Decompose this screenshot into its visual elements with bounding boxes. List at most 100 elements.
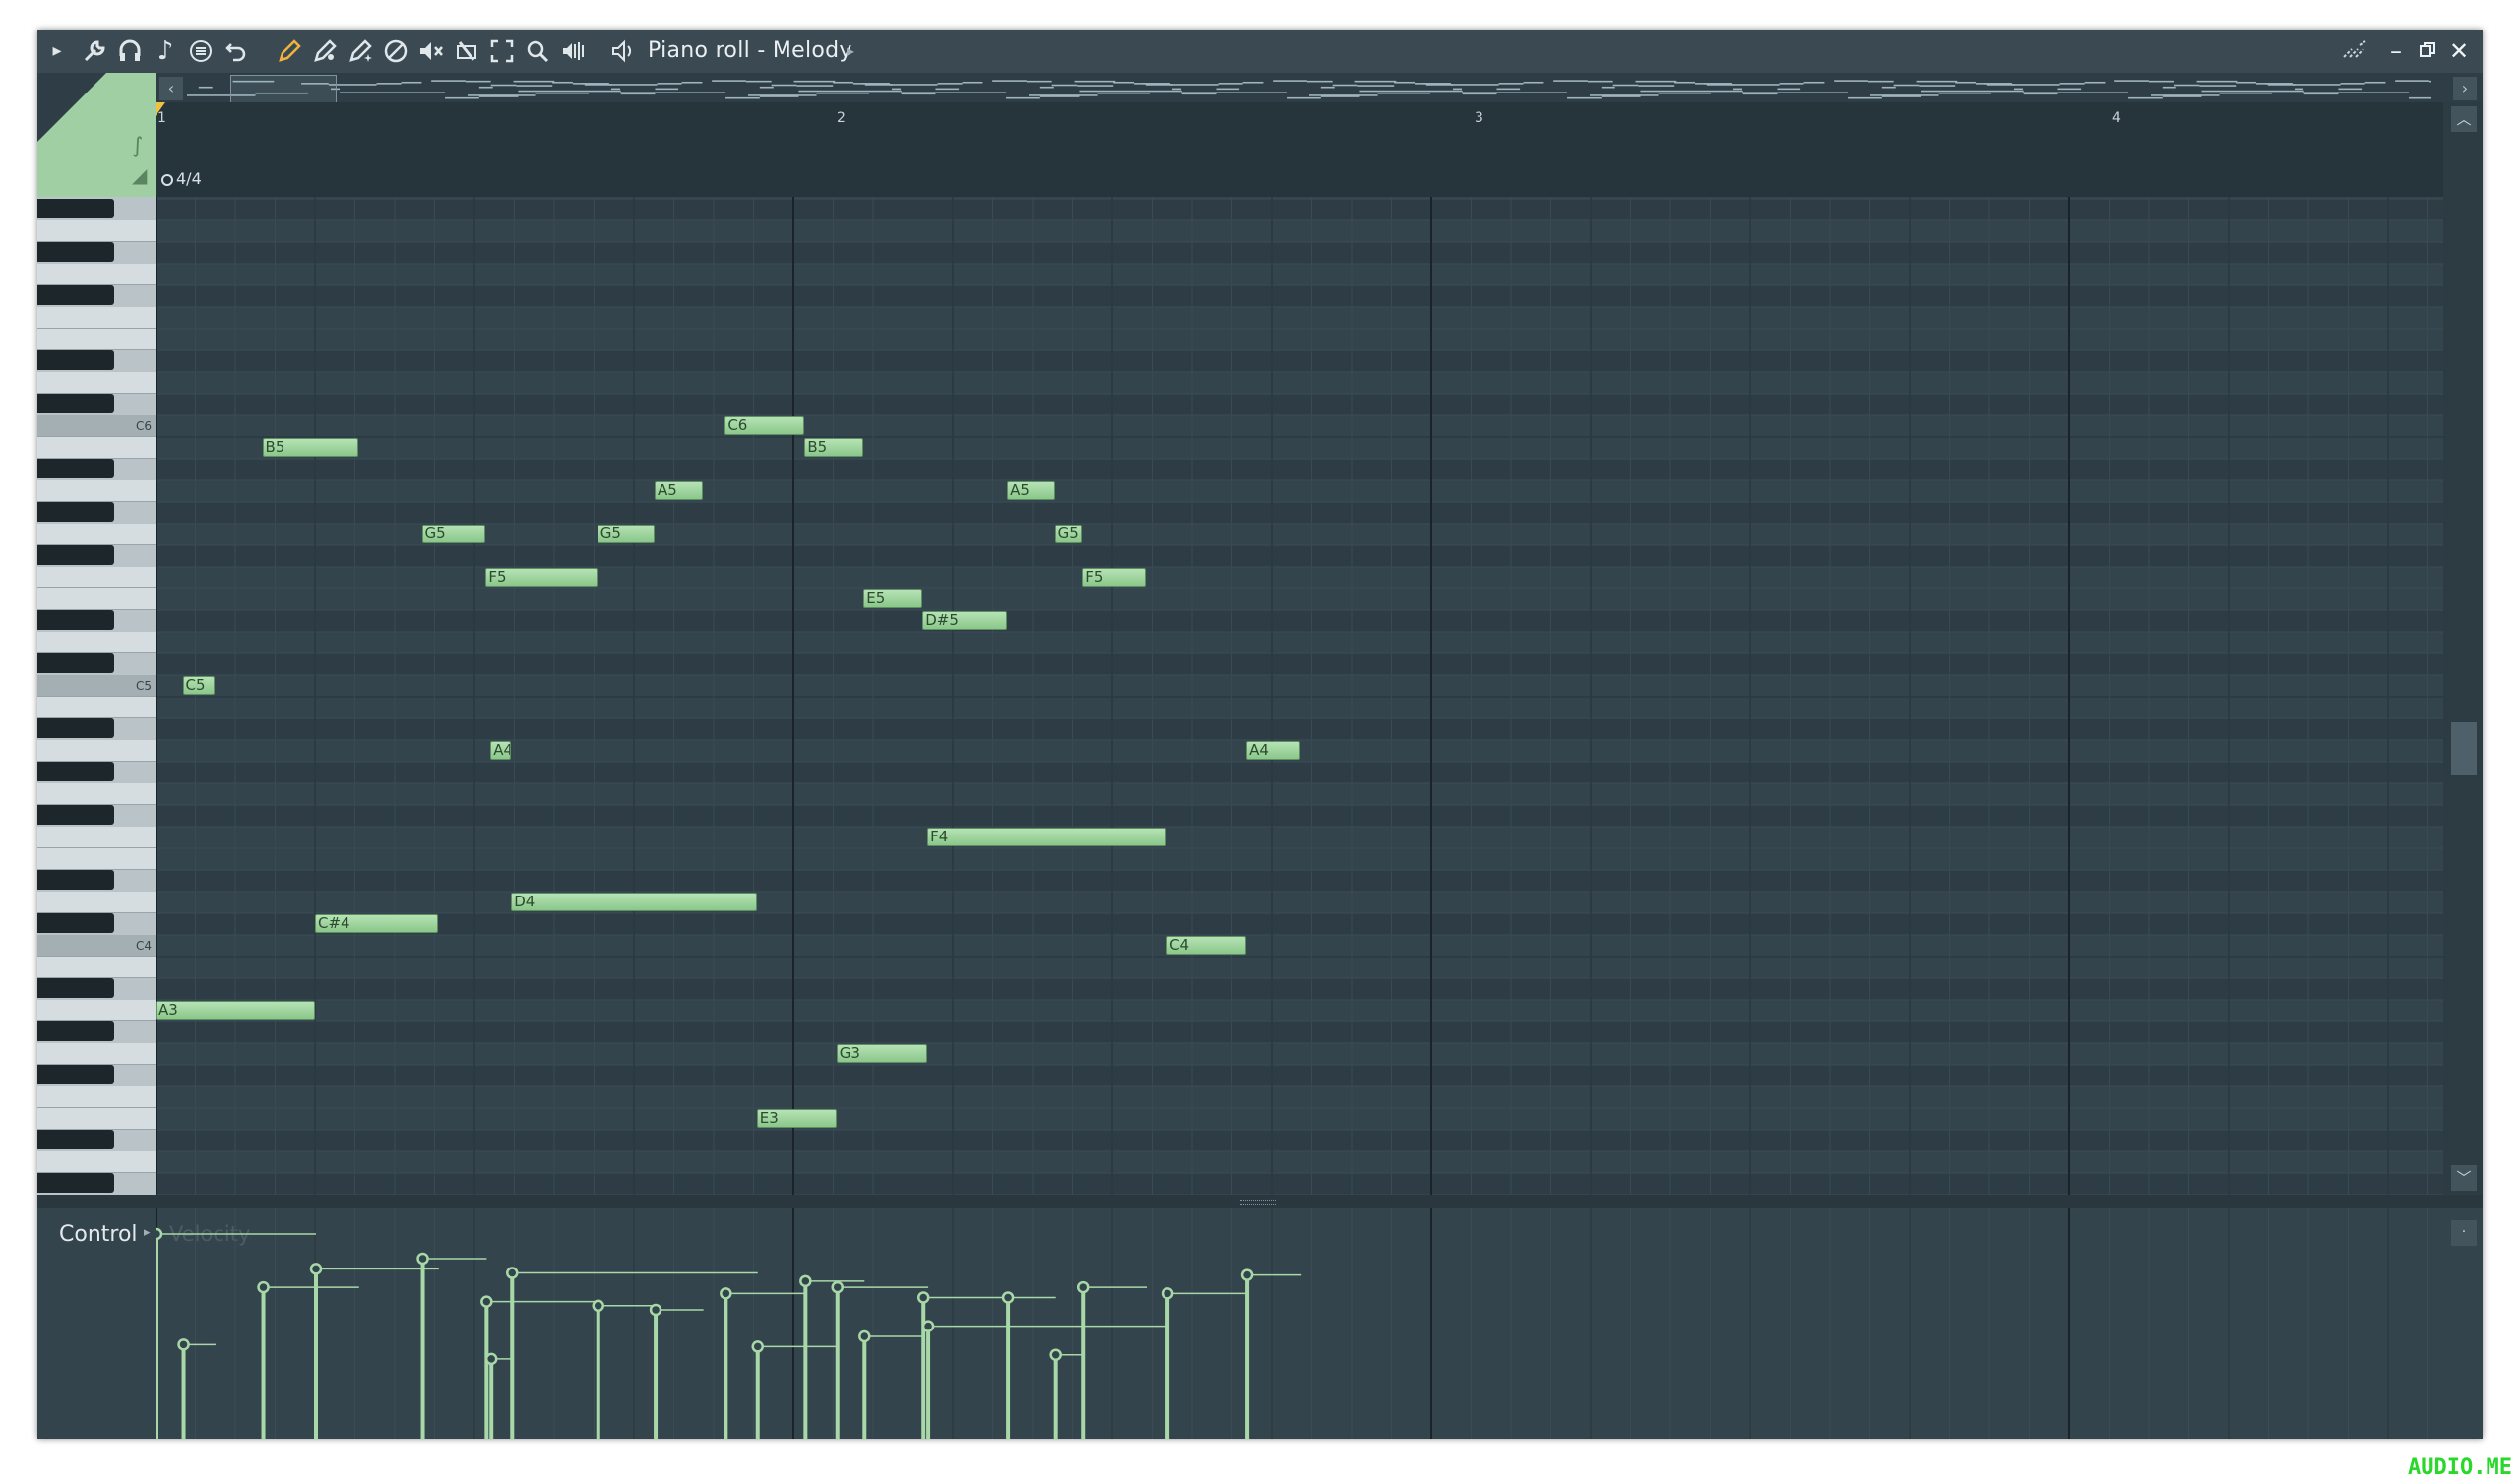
note-block[interactable]: G5 (597, 525, 656, 543)
panel-divider[interactable] (37, 1195, 2483, 1208)
play-arrow-icon[interactable]: ▸ (41, 35, 73, 67)
white-key[interactable] (37, 632, 156, 653)
white-key[interactable] (37, 567, 156, 588)
velocity-handle[interactable] (416, 1252, 429, 1266)
white-key[interactable] (37, 307, 156, 329)
note-grid[interactable]: A3 C5 B5 C#4 G5 F5 A4 D4 G5 A5 C6 E3 B5 G3 E5 D#5 F4 A5 G5… (156, 197, 2443, 1195)
note-block[interactable]: F5 (1082, 568, 1147, 587)
black-key[interactable] (37, 199, 114, 218)
note-block[interactable]: A3 (156, 1001, 315, 1020)
white-key[interactable] (37, 372, 156, 394)
note-block[interactable]: G5 (1054, 525, 1083, 543)
black-key[interactable] (37, 545, 114, 565)
white-key[interactable] (37, 329, 156, 350)
pencil-icon[interactable] (274, 35, 305, 67)
velocity-handle[interactable] (799, 1274, 812, 1288)
note-block[interactable]: D4 (511, 893, 757, 911)
note-block[interactable]: G3 (836, 1044, 928, 1063)
black-key[interactable] (37, 394, 114, 413)
velocity-handle[interactable] (649, 1303, 662, 1317)
white-key[interactable] (37, 892, 156, 913)
black-key[interactable] (37, 1065, 114, 1084)
white-key[interactable] (37, 588, 156, 610)
white-key[interactable] (37, 740, 156, 762)
note-block[interactable]: F5 (485, 568, 598, 587)
magic-brush-icon[interactable] (345, 35, 376, 67)
velocity-handle[interactable] (480, 1295, 493, 1308)
overview-viewport[interactable] (230, 75, 337, 104)
control-options-button[interactable]: · (2451, 1220, 2477, 1246)
white-key[interactable] (37, 1151, 156, 1173)
velocity-handle[interactable] (751, 1340, 764, 1353)
delete-icon[interactable] (380, 35, 411, 67)
black-key[interactable] (37, 285, 114, 305)
black-key[interactable] (37, 1130, 114, 1149)
velocity-handle[interactable] (831, 1280, 844, 1294)
note-block[interactable]: D#5 (922, 611, 1008, 630)
note-block[interactable]: C4 (1166, 936, 1247, 955)
black-key[interactable] (37, 350, 114, 370)
black-key[interactable] (37, 1173, 114, 1193)
black-key[interactable] (37, 502, 114, 522)
slice-icon[interactable] (451, 35, 482, 67)
scroll-right-button[interactable]: › (2453, 77, 2477, 100)
pattern-overview[interactable]: ‹ › (156, 73, 2483, 102)
black-key[interactable] (37, 805, 114, 825)
note-block[interactable]: A5 (1007, 481, 1055, 500)
close-button[interactable]: ✕ (2443, 35, 2475, 67)
note-block[interactable]: C#4 (315, 914, 438, 933)
black-key[interactable] (37, 718, 114, 738)
triangle-icon[interactable]: ◢ (132, 163, 147, 187)
velocity-lane[interactable] (156, 1208, 2443, 1439)
select-icon[interactable] (486, 35, 518, 67)
white-key[interactable] (37, 1108, 156, 1130)
white-key[interactable] (37, 783, 156, 805)
velocity-handle[interactable] (592, 1299, 604, 1313)
white-key[interactable] (37, 697, 156, 718)
note-block[interactable]: A4 (1246, 741, 1301, 760)
playback-icon[interactable] (557, 35, 589, 67)
velocity-handle[interactable] (257, 1280, 270, 1294)
velocity-handle[interactable] (1240, 1268, 1254, 1281)
note-block[interactable]: B5 (262, 438, 358, 457)
curve-icon[interactable]: ∫ (132, 134, 143, 158)
velocity-handle[interactable] (720, 1287, 732, 1300)
velocity-handle[interactable] (1001, 1291, 1015, 1304)
black-key[interactable] (37, 1021, 114, 1041)
note-block[interactable]: G5 (421, 525, 486, 543)
white-key[interactable] (37, 1043, 156, 1065)
control-menu-arrow-icon[interactable]: ▸ (144, 1225, 151, 1240)
white-key[interactable] (37, 524, 156, 545)
velocity-handle[interactable] (1161, 1287, 1174, 1300)
velocity-handle[interactable] (177, 1338, 190, 1351)
zoom-icon[interactable] (522, 35, 553, 67)
black-key[interactable] (37, 610, 114, 630)
scroll-left-button[interactable]: ‹ (159, 77, 183, 100)
velocity-handle[interactable] (858, 1329, 871, 1343)
snap-icon[interactable] (185, 35, 217, 67)
scroll-thumb[interactable] (2451, 722, 2477, 775)
white-key[interactable] (37, 1086, 156, 1108)
white-key[interactable] (37, 220, 156, 242)
white-key[interactable] (37, 480, 156, 502)
white-key[interactable] (37, 437, 156, 459)
black-key[interactable] (37, 978, 114, 998)
note-icon[interactable]: ♪ (150, 35, 181, 67)
minimize-button[interactable]: – (2380, 35, 2412, 67)
black-key[interactable] (37, 762, 114, 781)
paint-brush-icon[interactable] (309, 35, 341, 67)
piano-keyboard[interactable]: C6C5C4C3 (37, 197, 156, 1195)
window-title[interactable]: Piano roll - Melody (648, 35, 852, 67)
white-key[interactable] (37, 957, 156, 978)
white-key[interactable] (37, 264, 156, 285)
time-signature[interactable]: 4/4 (161, 169, 202, 188)
black-key[interactable] (37, 653, 114, 673)
scroll-down-button[interactable]: ﹀ (2451, 1165, 2477, 1191)
velocity-handle[interactable] (309, 1263, 323, 1275)
black-key[interactable] (37, 242, 114, 262)
velocity-handle[interactable] (156, 1227, 163, 1241)
control-label[interactable]: Control (59, 1222, 138, 1247)
black-key[interactable] (37, 870, 114, 890)
scroll-up-button[interactable]: ︿ (2451, 106, 2477, 132)
wrench-icon[interactable] (79, 35, 110, 67)
